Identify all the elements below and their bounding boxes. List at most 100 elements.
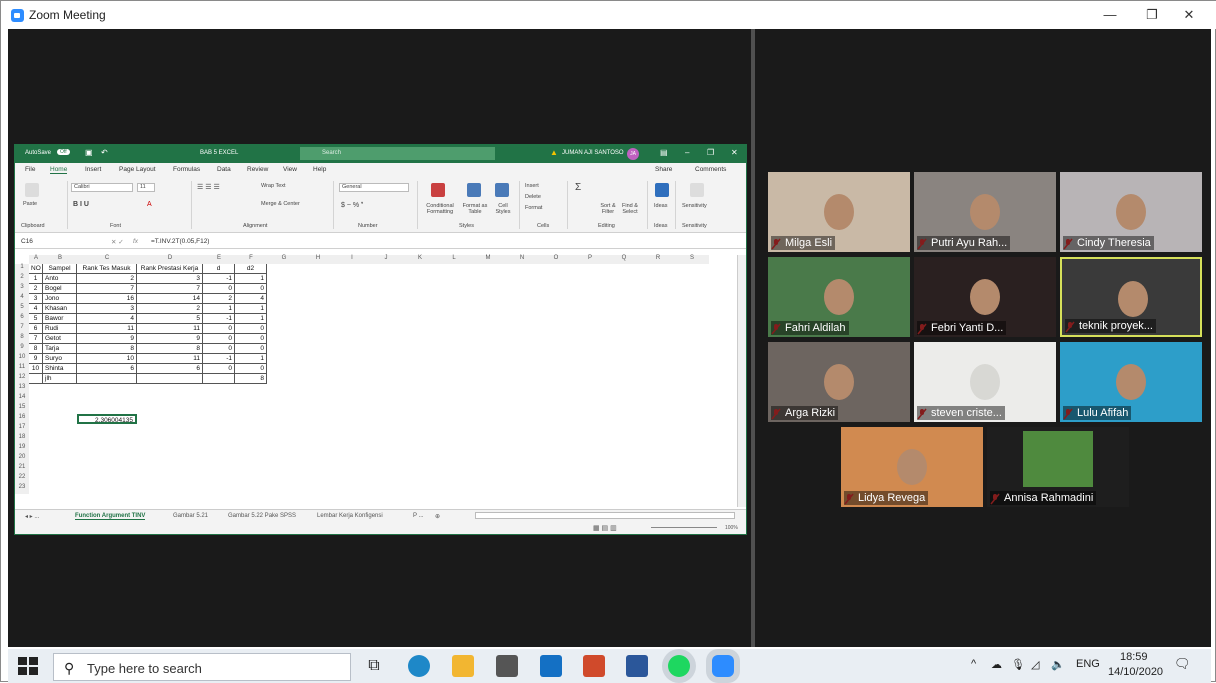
table-header-cell[interactable]: d2	[235, 264, 267, 274]
participant-video-tile[interactable]: Arga Rizki	[768, 342, 910, 422]
row-header[interactable]: 4	[15, 294, 29, 304]
table-cell[interactable]: 2	[203, 294, 235, 304]
tray-chevron-icon[interactable]: ^	[971, 658, 976, 670]
xl-minimize-icon[interactable]: –	[685, 148, 689, 157]
table-cell[interactable]: Tarja	[43, 344, 77, 354]
table-cell[interactable]: 9	[137, 334, 203, 344]
menu-view[interactable]: View	[283, 166, 297, 173]
format-table-icon[interactable]	[467, 183, 481, 197]
menu-formulas[interactable]: Formulas	[173, 166, 200, 173]
zoom-app-icon[interactable]	[712, 655, 734, 677]
menu-insert[interactable]: Insert	[85, 166, 101, 173]
menu-page-layout[interactable]: Page Layout	[119, 166, 156, 173]
font-name-select[interactable]: Calibri	[71, 183, 133, 192]
align-icons[interactable]: ☰ ☰ ☰	[197, 183, 220, 191]
sensitivity-button[interactable]: Sensitivity	[682, 203, 707, 209]
table-cell[interactable]: 9	[77, 334, 137, 344]
ideas-icon[interactable]	[655, 183, 669, 197]
view-mode-icons[interactable]: ▦ ▤ ▥	[593, 524, 617, 532]
table-cell[interactable]: 8	[29, 344, 43, 354]
row-header[interactable]: 3	[15, 284, 29, 294]
font-size-select[interactable]: 11	[137, 183, 155, 192]
table-cell[interactable]: -1	[203, 274, 235, 284]
table-cell[interactable]: 16	[77, 294, 137, 304]
bold-button[interactable]: B I U	[73, 201, 89, 208]
table-cell[interactable]: 11	[77, 324, 137, 334]
row-header[interactable]: 22	[15, 474, 29, 484]
network-icon[interactable]: ◿	[1031, 658, 1039, 671]
row-header[interactable]: 9	[15, 344, 29, 354]
tab-scroll-icons[interactable]: ◂ ▸ ...	[25, 513, 39, 520]
table-header-cell[interactable]: d	[203, 264, 235, 274]
table-cell[interactable]: 0	[235, 284, 267, 294]
mail-icon[interactable]	[540, 655, 562, 677]
row-header[interactable]: 1	[15, 264, 29, 274]
table-cell[interactable]: 3	[77, 304, 137, 314]
save-icon[interactable]: ▣	[85, 148, 93, 157]
add-sheet-icon[interactable]: ⊕	[435, 513, 440, 520]
xl-close-icon[interactable]: ✕	[731, 148, 738, 157]
word-icon[interactable]	[626, 655, 648, 677]
table-cell[interactable]: -1	[203, 354, 235, 364]
cell-styles-icon[interactable]	[495, 183, 509, 197]
participant-video-tile[interactable]: teknik proyek...	[1060, 257, 1202, 337]
powerpoint-icon[interactable]	[583, 655, 605, 677]
currency-percent-icons[interactable]: $ ~ % ❜	[341, 201, 363, 209]
sensitivity-icon[interactable]	[690, 183, 704, 197]
share-button[interactable]: Share	[655, 166, 672, 173]
row-header[interactable]: 12	[15, 374, 29, 384]
table-cell[interactable]: 6	[137, 364, 203, 374]
column-header[interactable]: K	[403, 255, 437, 264]
wrap-text-button[interactable]: Wrap Text	[261, 183, 286, 189]
table-cell[interactable]: Shinta	[43, 364, 77, 374]
total-label-cell[interactable]: jlh	[43, 374, 77, 384]
column-header[interactable]: P	[573, 255, 607, 264]
ideas-button[interactable]: Ideas	[654, 203, 667, 209]
participant-video-tile[interactable]: Putri Ayu Rah...	[914, 172, 1056, 252]
table-header-cell[interactable]: NO	[29, 264, 43, 274]
view-divider[interactable]	[751, 29, 755, 647]
participant-video-tile[interactable]: Lidya Revega	[841, 427, 983, 507]
row-header[interactable]: 5	[15, 304, 29, 314]
table-cell[interactable]: Rudi	[43, 324, 77, 334]
font-color-icon[interactable]: A	[147, 201, 152, 208]
row-header[interactable]: 15	[15, 404, 29, 414]
row-header[interactable]: 2	[15, 274, 29, 284]
row-header[interactable]: 8	[15, 334, 29, 344]
table-cell[interactable]: 14	[137, 294, 203, 304]
table-cell[interactable]: 1	[203, 304, 235, 314]
menu-home[interactable]: Home	[50, 166, 68, 174]
column-header[interactable]: D	[137, 255, 203, 264]
cell-styles-button[interactable]: Cell Styles	[491, 203, 515, 215]
formula-input[interactable]: =T.INV.2T(0.05,F12)	[151, 238, 209, 245]
table-cell[interactable]: 11	[137, 354, 203, 364]
total-value-cell[interactable]: 8	[235, 374, 267, 384]
table-cell[interactable]: Getot	[43, 334, 77, 344]
participant-video-tile[interactable]: Lulu Afifah	[1060, 342, 1202, 422]
table-cell[interactable]: 6	[77, 364, 137, 374]
column-header[interactable]: F	[235, 255, 267, 264]
windows-start-icon[interactable]	[18, 657, 38, 675]
table-cell[interactable]: 9	[29, 354, 43, 364]
table-cell[interactable]: 0	[203, 284, 235, 294]
name-box[interactable]: C16	[21, 238, 61, 245]
participant-video-tile[interactable]: Annisa Rahmadini	[987, 427, 1129, 507]
menu-help[interactable]: Help	[313, 166, 326, 173]
conditional-formatting-icon[interactable]	[431, 183, 445, 197]
xl-restore-icon[interactable]: ❐	[707, 148, 714, 157]
table-header-cell[interactable]: Sampel	[43, 264, 77, 274]
table-cell[interactable]: Bawor	[43, 314, 77, 324]
table-cell[interactable]: 10	[29, 364, 43, 374]
column-header[interactable]: B	[43, 255, 77, 264]
table-cell[interactable]: 11	[137, 324, 203, 334]
column-header[interactable]: O	[539, 255, 573, 264]
row-header[interactable]: 10	[15, 354, 29, 364]
clock-time[interactable]: 18:59	[1120, 651, 1148, 663]
sheet-tab[interactable]: Lembar Kerja Konfigensi	[317, 513, 383, 519]
column-header[interactable]: L	[437, 255, 471, 264]
table-cell[interactable]: 3	[137, 274, 203, 284]
autosum-icon[interactable]: Σ	[575, 182, 581, 193]
table-cell[interactable]: 0	[235, 324, 267, 334]
table-cell[interactable]	[203, 374, 235, 384]
row-header[interactable]: 20	[15, 454, 29, 464]
